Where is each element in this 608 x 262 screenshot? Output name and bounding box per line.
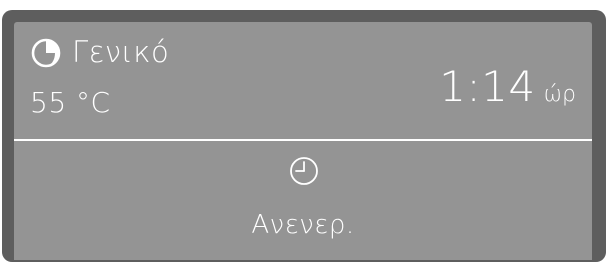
duration-display: 1:14 ώρ [439, 62, 576, 112]
clock-icon [290, 157, 318, 185]
display-screen: Γενικό 55 °C 1:14 ώρ Ανενερ. [14, 22, 592, 260]
program-temperature: 55 °C [30, 86, 111, 119]
half-moon-icon [31, 38, 61, 68]
program-name: Γενικό [72, 35, 170, 69]
duration-unit: ώρ [543, 82, 576, 107]
duration-value: 1:14 [439, 62, 536, 111]
divider [14, 139, 592, 141]
delay-start-status: Ανενερ. [251, 210, 355, 240]
